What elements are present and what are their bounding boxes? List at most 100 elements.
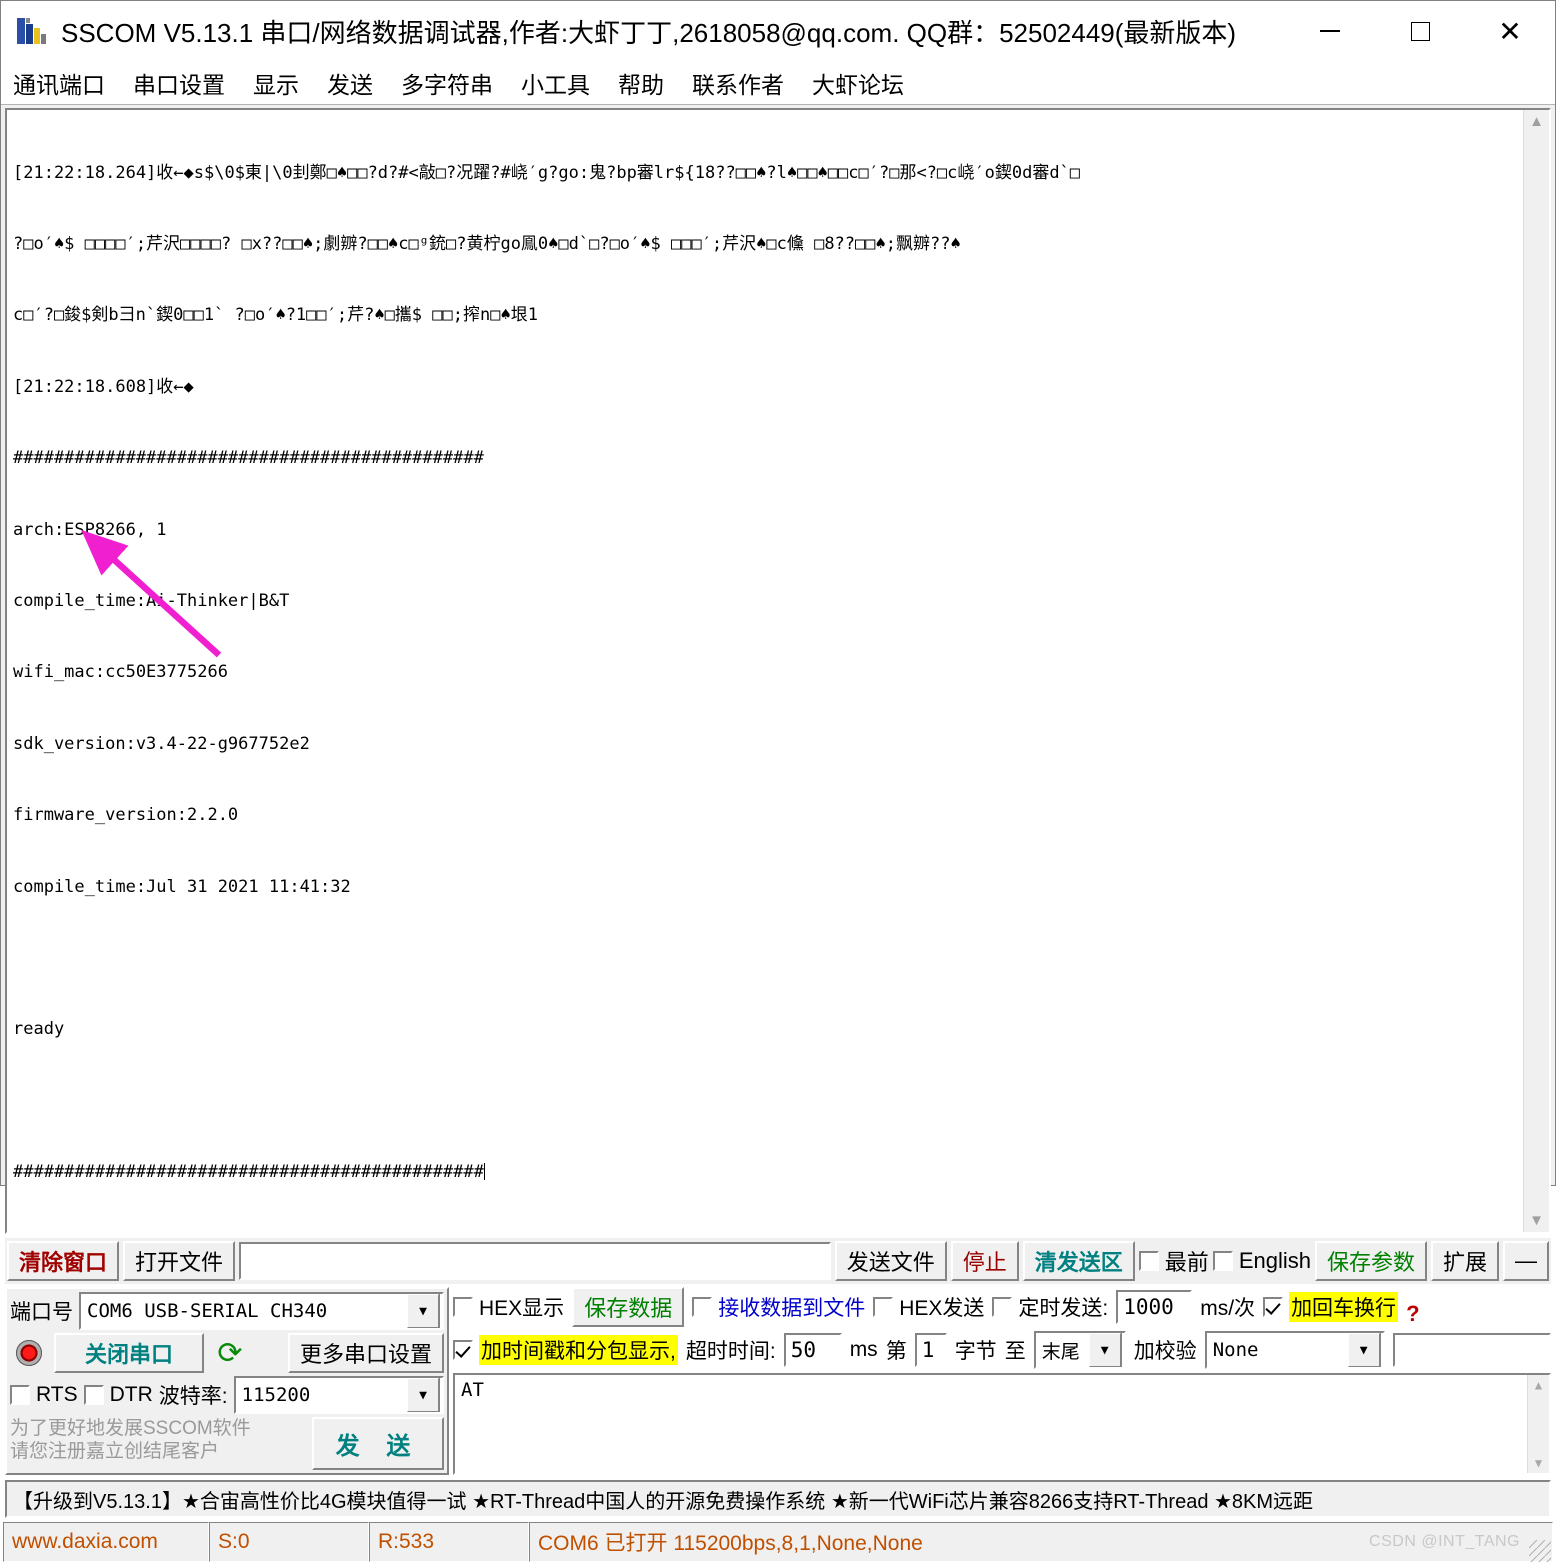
- topmost-checkbox-box[interactable]: [1138, 1251, 1159, 1272]
- recv-to-file-checkbox[interactable]: 接收数据到文件: [692, 1292, 865, 1322]
- more-serial-settings-button[interactable]: 更多串口设置: [287, 1333, 444, 1374]
- timed-send-label: 定时发送:: [1018, 1297, 1109, 1321]
- options-panel: HEX显示 保存数据 接收数据到文件 HEX发送 定时发送: 1000 ms/次: [453, 1287, 1551, 1476]
- timeout-input[interactable]: 50: [783, 1333, 842, 1368]
- chevron-up-icon[interactable]: ▲: [1535, 1378, 1542, 1392]
- status-website[interactable]: www.daxia.com: [3, 1522, 209, 1562]
- clear-window-button[interactable]: 清除窗口: [7, 1241, 120, 1282]
- crlf-checkbox[interactable]: 加回车换行: [1263, 1292, 1399, 1323]
- chevron-down-icon[interactable]: ▼: [406, 1378, 440, 1413]
- hex-send-checkbox-box[interactable]: [873, 1297, 894, 1318]
- status-sent-count: S:0: [209, 1522, 369, 1562]
- receive-line: compile_time:Jul 31 2021 11:41:32: [13, 876, 351, 897]
- chevron-down-icon[interactable]: ▼: [1529, 1213, 1544, 1228]
- timed-send-unit-label: ms/次: [1200, 1297, 1256, 1321]
- byte-from-input[interactable]: 1: [914, 1333, 947, 1368]
- send-text-area[interactable]: AT ▲ ▼: [453, 1373, 1551, 1476]
- receive-line: ########################################…: [13, 448, 484, 469]
- rts-checkbox[interactable]: RTS: [10, 1383, 78, 1407]
- rts-checkbox-box[interactable]: [10, 1385, 30, 1406]
- title-bar: SSCOM V5.13.1 串口/网络数据调试器,作者:大虾丁丁,2618058…: [1, 1, 1555, 61]
- english-checkbox[interactable]: English: [1212, 1248, 1311, 1274]
- flow-control-row: RTS DTR 波特率: 115200 ▼: [10, 1376, 444, 1415]
- serial-port-panel: 端口号 COM6 USB-SERIAL CH340 ▼ 关闭串口 ⟳ 更多串口设…: [5, 1287, 449, 1476]
- status-led-icon: [10, 1334, 48, 1372]
- menu-item-multi-string[interactable]: 多字符串: [401, 66, 493, 100]
- timed-send-checkbox[interactable]: 定时发送:: [992, 1292, 1108, 1322]
- receive-area-container: [21:22:18.264]收←◆s$\0$東|\0刲鄭□♠□□?d?#<敲□?…: [5, 108, 1551, 1235]
- receive-line: [21:22:18.264]收←◆s$\0$東|\0刲鄭□♠□□?d?#<敲□?…: [13, 162, 1081, 183]
- resize-grip[interactable]: [1529, 1540, 1551, 1562]
- topmost-checkbox[interactable]: 最前: [1138, 1245, 1209, 1277]
- minimize-button[interactable]: [1285, 1, 1375, 61]
- port-row: 端口号 COM6 USB-SERIAL CH340 ▼: [10, 1292, 444, 1331]
- byte-end-select[interactable]: 末尾 ▼: [1033, 1331, 1126, 1370]
- register-row: 为了更好地发展SSCOM软件 请您注册嘉立创结尾客户 发 送: [10, 1417, 444, 1471]
- crlf-checkbox-box[interactable]: [1263, 1297, 1284, 1318]
- stop-button[interactable]: 停止: [950, 1241, 1019, 1282]
- sscom-app-icon: [15, 14, 49, 48]
- menu-item-forum[interactable]: 大虾论坛: [812, 66, 904, 100]
- menu-item-comm-port[interactable]: 通讯端口: [13, 66, 105, 100]
- checksum-select[interactable]: None ▼: [1204, 1331, 1385, 1370]
- receive-line: wifi_mac:cc50E3775266: [13, 662, 228, 683]
- timestamp-checkbox[interactable]: 加时间戳和分包显示,: [453, 1335, 678, 1366]
- help-badge-icon[interactable]: ?: [1406, 1301, 1419, 1327]
- port-select-value: COM6 USB-SERIAL CH340: [87, 1300, 328, 1323]
- save-data-button[interactable]: 保存数据: [572, 1287, 685, 1328]
- advertisement-marquee[interactable]: 【升级到V5.13.1】★合宙高性价比4G模块值得一试 ★RT-Thread中国…: [5, 1480, 1551, 1519]
- hex-display-checkbox[interactable]: HEX显示: [453, 1292, 564, 1322]
- receive-line: [13, 1090, 1523, 1114]
- maximize-button[interactable]: [1375, 1, 1465, 61]
- close-button[interactable]: ✕: [1465, 1, 1555, 61]
- baud-rate-select[interactable]: 115200 ▼: [233, 1376, 444, 1415]
- chevron-down-icon[interactable]: ▼: [1087, 1333, 1122, 1368]
- send-file-button[interactable]: 发送文件: [834, 1241, 947, 1282]
- close-port-button[interactable]: 关闭串口: [54, 1333, 204, 1374]
- dtr-checkbox[interactable]: DTR: [83, 1383, 153, 1407]
- english-label: English: [1238, 1248, 1311, 1274]
- chevron-down-icon[interactable]: ▼: [406, 1294, 440, 1329]
- english-checkbox-box[interactable]: [1212, 1251, 1233, 1272]
- save-params-button[interactable]: 保存参数: [1314, 1241, 1427, 1282]
- receive-line: c□′?□鋑$剣b彐n`鍥0□□1` ?□o′♠?1□□′;芹?♠□攜$ □□;…: [13, 305, 538, 326]
- port-select[interactable]: COM6 USB-SERIAL CH340 ▼: [79, 1292, 444, 1331]
- timed-send-checkbox-box[interactable]: [992, 1297, 1013, 1318]
- collapse-button[interactable]: —: [1503, 1241, 1549, 1282]
- file-path-input[interactable]: [239, 1242, 831, 1281]
- clear-send-button[interactable]: 清发送区: [1022, 1241, 1135, 1282]
- hex-send-checkbox[interactable]: HEX发送: [873, 1292, 984, 1322]
- recv-to-file-checkbox-box[interactable]: [692, 1297, 713, 1318]
- menu-item-help[interactable]: 帮助: [618, 66, 664, 100]
- status-received-count: R:533: [369, 1522, 529, 1562]
- menu-item-tools[interactable]: 小工具: [521, 66, 590, 100]
- marquee-text: 【升级到V5.13.1】★合宙高性价比4G模块值得一试 ★RT-Thread中国…: [13, 1490, 1314, 1513]
- menu-item-display[interactable]: 显示: [253, 66, 299, 100]
- chevron-down-icon[interactable]: ▼: [1346, 1333, 1381, 1368]
- menu-item-contact[interactable]: 联系作者: [692, 66, 784, 100]
- dtr-checkbox-box[interactable]: [83, 1385, 104, 1406]
- chevron-up-icon[interactable]: ▲: [1529, 114, 1544, 129]
- send-area-scrollbar[interactable]: ▲ ▼: [1527, 1375, 1549, 1474]
- hex-display-label: HEX显示: [479, 1297, 565, 1321]
- menu-item-send[interactable]: 发送: [327, 66, 373, 100]
- receive-line: arch:ESP8266, 1: [13, 519, 167, 540]
- menu-item-serial-config[interactable]: 串口设置: [133, 66, 225, 100]
- checksum-extra-input[interactable]: [1392, 1333, 1551, 1368]
- refresh-icon[interactable]: ⟳: [210, 1334, 250, 1372]
- chevron-down-icon[interactable]: ▼: [1535, 1456, 1542, 1470]
- menu-bar: 通讯端口 串口设置 显示 发送 多字符串 小工具 帮助 联系作者 大虾论坛: [1, 61, 1555, 105]
- send-button[interactable]: 发 送: [312, 1417, 444, 1471]
- timed-send-interval-input[interactable]: 1000: [1116, 1290, 1193, 1325]
- timestamp-checkbox-box[interactable]: [453, 1340, 473, 1361]
- extend-button[interactable]: 扩展: [1430, 1241, 1499, 1282]
- receive-text-area[interactable]: [21:22:18.264]收←◆s$\0$東|\0刲鄭□♠□□?d?#<敲□?…: [7, 110, 1523, 1233]
- timeout-label: 超时时间:: [685, 1340, 776, 1364]
- byte-to-label: 至: [1004, 1340, 1026, 1364]
- send-text-value: AT: [461, 1379, 484, 1402]
- receive-vertical-scrollbar[interactable]: ▲ ▼: [1523, 110, 1549, 1233]
- options-row-1: HEX显示 保存数据 接收数据到文件 HEX发送 定时发送: 1000 ms/次: [453, 1287, 1551, 1328]
- open-file-button[interactable]: 打开文件: [123, 1241, 236, 1282]
- hex-display-checkbox-box[interactable]: [453, 1297, 473, 1318]
- receive-line-last: ########################################…: [13, 1161, 1523, 1185]
